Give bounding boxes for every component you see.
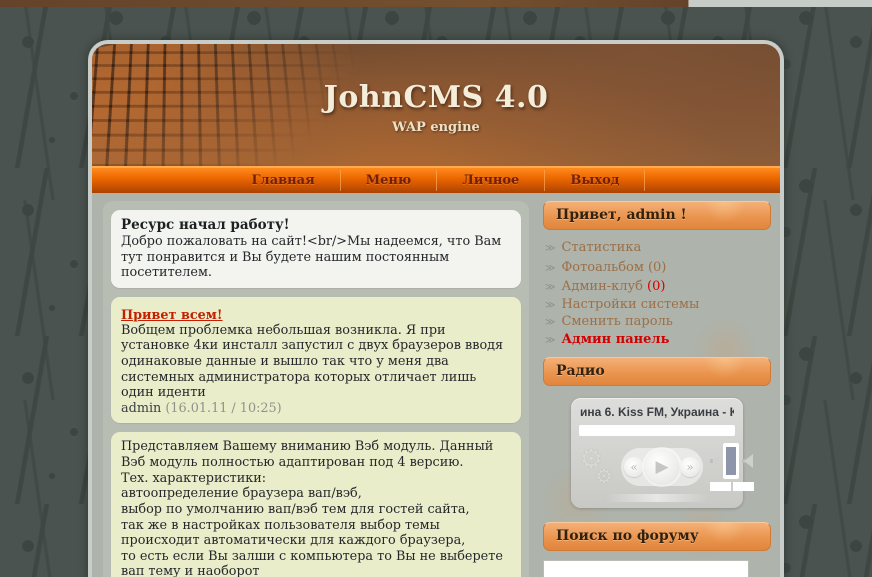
radio-controls: ⚙ ⚙ « ▶ » [579,443,735,491]
post-meta: admin (16.01.11 / 10:25) [121,401,511,417]
site-subtitle: WAP engine [92,120,780,135]
double-arrow-icon: ≫ [545,298,555,315]
news-line: Представляем Вашему вниманию Вэб модуль.… [121,439,511,470]
post-timestamp: (16.01.11 / 10:25) [165,401,281,416]
speaker-loud-icon[interactable] [742,454,754,469]
header-banner: JohnCMS 4.0 WAP engine [92,44,780,166]
sidebar-item-system-settings[interactable]: ≫ Настройки системы [545,297,769,315]
welcome-body: Добро пожаловать на сайт!<br/>Мы надеемс… [121,234,511,281]
radio-track-marquee: ина 6. Kiss FM, Украина - К [580,405,734,419]
news-line: автоопределение браузера вап/вэб, [121,486,511,502]
site-title: JohnCMS 4.0 [92,80,780,115]
sidebar-item-admin-club[interactable]: ≫ Админ-клуб(0) [545,277,769,297]
post-author: admin [121,401,161,416]
content-area: Ресурс начал работу! Добро пожаловать на… [92,193,780,577]
user-menu: ≫ Статистика ≫ Фотоальбом(0) ≫ Админ-клу… [543,239,771,357]
welcome-box: Ресурс начал работу! Добро пожаловать на… [111,210,521,288]
page-background: JohnCMS 4.0 WAP engine Главная Меню Личн… [0,0,872,577]
volume-section [710,443,754,491]
welcome-title: Ресурс начал работу! [121,217,511,233]
nav-item-logout[interactable]: Выход [545,170,645,191]
sidebar-item-statistics[interactable]: ≫ Статистика [545,240,769,258]
double-arrow-icon: ≫ [545,261,555,278]
radio-settings: ⚙ ⚙ [579,444,621,490]
forward-button[interactable]: » [680,457,700,477]
news-line: Тех. характеристики: [121,471,511,487]
double-arrow-icon: ≫ [545,333,555,350]
sidebar: Привет, admin ! ≫ Статистика ≫ Фотоальбо… [543,201,771,577]
speaker-quiet-icon[interactable] [710,455,720,467]
greeting-header: Привет, admin ! [543,201,771,230]
radio-seekbar[interactable] [579,425,735,436]
news-line: выбор по умолчанию вап/вэб тем для госте… [121,502,511,518]
volume-slider[interactable] [723,443,739,479]
nav-item-home[interactable]: Главная [227,170,341,191]
double-arrow-icon: ≫ [545,280,555,297]
radio-player-widget: ина 6. Kiss FM, Украина - К ⚙ ⚙ « ▶ » [571,398,743,508]
post-topic-link[interactable]: Привет всем! [121,308,223,323]
admin-club-count: (0) [647,279,665,294]
double-arrow-icon: ≫ [545,241,555,258]
nav-item-menu[interactable]: Меню [341,170,438,191]
nav-item-personal[interactable]: Личное [437,170,545,191]
rewind-button[interactable]: « [624,457,644,477]
playlist-gear-icon[interactable]: ⚙ [595,466,613,486]
double-arrow-icon: ≫ [545,315,555,332]
top-edge-strip [0,0,872,7]
news-line: так же в настройках пользователя выбор т… [121,518,511,549]
volume-level [726,447,736,475]
site-container: JohnCMS 4.0 WAP engine Главная Меню Личн… [88,40,784,577]
forum-search-header: Поиск по форуму [543,522,771,551]
play-button[interactable]: ▶ [645,450,679,484]
player-watermark [605,494,709,502]
news-box: Представляем Вашему вниманию Вэб модуль.… [111,432,521,577]
forum-post-box: Привет всем! Вобщем проблемка небольшая … [111,297,521,424]
sidebar-item-change-password[interactable]: ≫ Сменить пароль [545,314,769,332]
main-column-panel: Ресурс начал работу! Добро пожаловать на… [103,201,529,577]
sidebar-item-photoalbum[interactable]: ≫ Фотоальбом(0) [545,258,769,278]
sidebar-item-admin-panel[interactable]: ≫ Админ панель [545,332,769,350]
post-body: Вобщем проблемка небольшая возникла. Я п… [121,323,511,401]
radio-header: Радио [543,357,771,386]
main-nav: Главная Меню Личное Выход [92,166,780,193]
photoalbum-count: (0) [648,260,666,275]
search-input[interactable] [543,560,749,577]
transport-cluster: « ▶ » [621,448,703,486]
volume-tallies [710,482,754,491]
news-line: то есть если Вы залши с компьютера то Вы… [121,549,511,577]
